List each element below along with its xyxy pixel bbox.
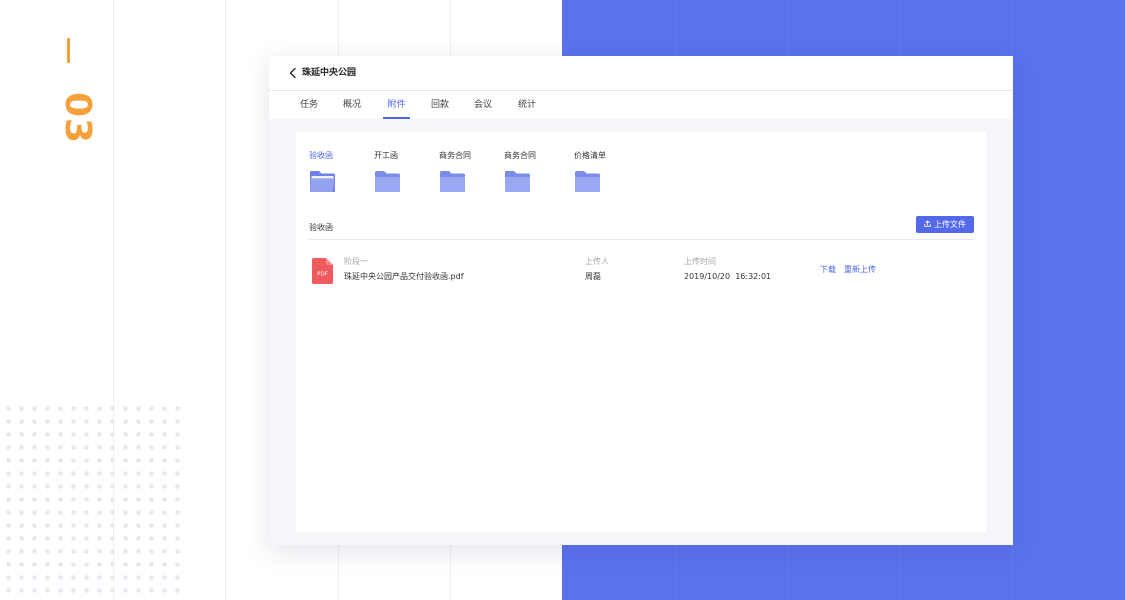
upload-time: 2019/10/20 16:32:01 (684, 272, 772, 281)
attachments-panel: 验收函 开工函 商务合同 商务合同 价格清单 验收函 上传文件 PDF 阶段一 … (296, 132, 986, 532)
folder-icon (440, 171, 465, 192)
folder-commencement-letter[interactable]: 开工函 (374, 150, 401, 193)
folder-acceptance-letter[interactable]: 验收函 (309, 150, 336, 193)
tab-overview[interactable]: 概况 (343, 91, 361, 119)
tab-attachments[interactable]: 附件 (383, 91, 410, 119)
folder-icon (375, 171, 400, 192)
pdf-icon-label: PDF (317, 272, 328, 278)
file-row: PDF 阶段一 珠延中央公园产品交付验收函.pdf 上传人 周磊 上传时间 20… (309, 250, 974, 290)
folder-label: 验收函 (309, 151, 333, 160)
folder-label: 商务合同 (504, 151, 536, 160)
accent-bar (67, 38, 70, 63)
pdf-icon: PDF (312, 258, 333, 284)
tab-meetings[interactable]: 会议 (474, 91, 492, 119)
divider (309, 239, 974, 240)
folder-icon (505, 171, 530, 192)
folder-label: 价格清单 (574, 151, 606, 160)
tab-label: 概况 (343, 100, 362, 110)
section-title: 验收函 (309, 223, 333, 232)
folder-label: 商务合同 (439, 151, 471, 160)
tab-tasks[interactable]: 任务 (300, 91, 318, 119)
stage-label: 阶段一 (344, 257, 368, 266)
active-tab-indicator (383, 117, 410, 119)
upload-time-label: 上传时间 (684, 257, 716, 266)
upload-file-label: 上传文件 (934, 220, 966, 229)
chevron-left-icon[interactable] (288, 67, 298, 79)
app-window: 珠延中央公园 任务 概况 附件 回款 会议 统计 验收函 开工函 商务合同 商务… (269, 56, 1013, 545)
download-link[interactable]: 下载 (820, 264, 836, 276)
folder-open-icon (310, 171, 335, 192)
title-bar: 珠延中央公园 (269, 56, 1013, 91)
tab-label: 回款 (431, 100, 450, 110)
tab-label: 任务 (300, 100, 319, 110)
folder-business-contract[interactable]: 商务合同 (439, 150, 471, 193)
folder-business-contract[interactable]: 商务合同 (504, 150, 536, 193)
tab-statistics[interactable]: 统计 (518, 91, 536, 119)
upload-file-button[interactable]: 上传文件 (916, 216, 974, 233)
tab-label: 统计 (518, 100, 537, 110)
folder-label: 开工函 (374, 151, 398, 160)
tab-bar: 任务 概况 附件 回款 会议 统计 (269, 91, 1013, 119)
tab-label: 附件 (387, 100, 406, 110)
dot-pattern (0, 400, 182, 600)
reupload-link[interactable]: 重新上传 (844, 264, 876, 276)
folder-price-list[interactable]: 价格清单 (574, 150, 606, 193)
tab-payments[interactable]: 回款 (431, 91, 449, 119)
section-number: 03 (57, 92, 98, 145)
folder-icon (575, 171, 600, 192)
file-name: 珠延中央公园产品交付验收函.pdf (344, 272, 464, 281)
grid-line (225, 0, 226, 600)
page-title: 珠延中央公园 (302, 68, 357, 78)
upload-icon (924, 220, 931, 227)
uploader-label: 上传人 (585, 257, 609, 266)
tab-label: 会议 (474, 100, 493, 110)
uploader-name: 周磊 (585, 272, 601, 281)
